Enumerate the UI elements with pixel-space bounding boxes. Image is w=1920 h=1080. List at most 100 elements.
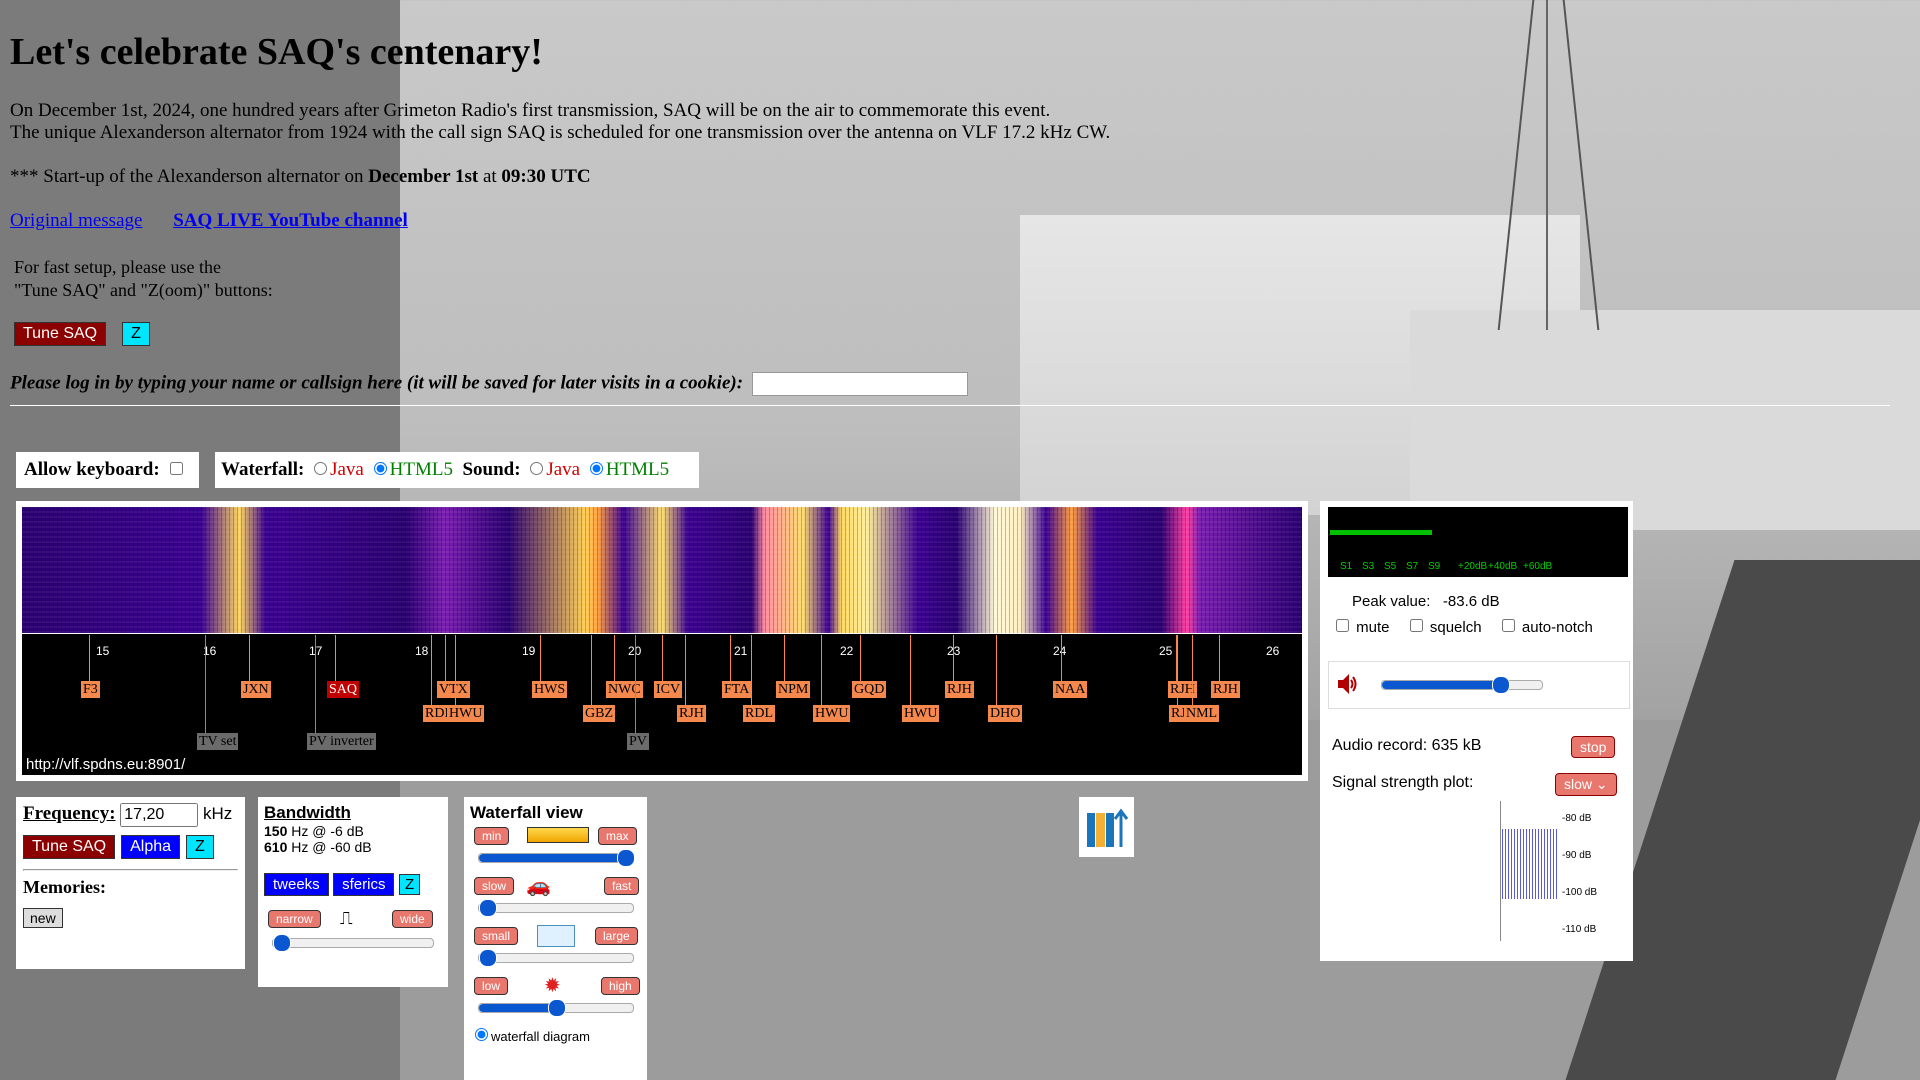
speed-slider-thumb[interactable]	[478, 899, 497, 917]
allow-keyboard-checkbox[interactable]	[170, 462, 184, 475]
min-button[interactable]: min	[474, 827, 510, 845]
original-message-link[interactable]: Original message	[10, 210, 142, 231]
waterfall-noise	[22, 507, 1302, 633]
station-label[interactable]: NWC	[606, 681, 643, 698]
small-button[interactable]: small	[474, 927, 519, 945]
station-label[interactable]: FTA	[722, 681, 752, 698]
waterfall-view-title: Waterfall view	[470, 803, 583, 822]
large-button[interactable]: large	[595, 927, 638, 945]
sound-html5-radio[interactable]	[589, 462, 603, 475]
station-marker-line	[249, 635, 250, 681]
squelch-checkbox[interactable]	[1409, 619, 1423, 632]
size-slider[interactable]	[478, 949, 634, 967]
station-label[interactable]: NML	[1184, 705, 1220, 722]
station-label[interactable]: PV	[627, 733, 649, 750]
waterfall-extend-icon[interactable]	[1079, 797, 1134, 857]
station-label[interactable]: GBZ	[583, 705, 615, 722]
narrow-button[interactable]: narrow	[268, 910, 321, 928]
speed-slider[interactable]	[478, 899, 634, 917]
frequency-buttons: Tune SAQ Alpha Z	[23, 835, 238, 859]
sferics-button[interactable]: sferics	[333, 873, 395, 896]
zoom-button-3[interactable]: Z	[398, 874, 421, 895]
squelch-option[interactable]: squelch	[1406, 619, 1482, 636]
fast-button[interactable]: fast	[604, 877, 640, 895]
brightness-slider-thumb[interactable]	[548, 999, 566, 1017]
high-button[interactable]: high	[601, 977, 640, 995]
low-button[interactable]: low	[474, 977, 509, 995]
stop-record-button[interactable]: stop	[1571, 736, 1616, 758]
mute-checkbox[interactable]	[1336, 619, 1349, 632]
waterfall-display[interactable]: http://vlf.spdns.eu:8901/ 15161718192021…	[22, 507, 1302, 775]
volume-slider-thumb[interactable]	[1492, 676, 1511, 694]
youtube-channel-link[interactable]: SAQ LIVE YouTube channel	[173, 210, 408, 231]
sound-java-label: Java	[546, 459, 581, 480]
page-title: Let's celebrate SAQ's centenary!	[10, 31, 543, 73]
station-label[interactable]: JXN	[241, 681, 271, 698]
audio-checkboxes: mute squelch auto-notch	[1332, 616, 1605, 636]
station-label[interactable]: PV inverter	[307, 733, 376, 750]
frequency-tick: 25	[1159, 644, 1173, 658]
station-label[interactable]: F3	[81, 681, 100, 698]
station-marker-line	[784, 635, 785, 681]
frequency-unit: kHz	[203, 804, 233, 823]
station-label[interactable]: HWS	[532, 681, 568, 698]
station-label[interactable]: GQD	[852, 681, 887, 698]
station-label[interactable]: VTX	[437, 681, 470, 698]
max-button[interactable]: max	[598, 827, 637, 845]
plot-points	[1502, 829, 1557, 899]
frequency-tick: 21	[734, 644, 748, 658]
waterfall-html5-radio[interactable]	[373, 462, 387, 475]
range-slider-thumb[interactable]	[617, 849, 636, 867]
s-meter-label: +40dB	[1488, 561, 1518, 572]
frequency-row: Frequency: kHz	[23, 803, 238, 827]
station-label[interactable]: SAQ	[327, 681, 360, 698]
station-label[interactable]: TV set	[197, 733, 239, 750]
station-label[interactable]: NPM	[776, 681, 811, 698]
background-tower	[1546, 0, 1548, 330]
slow-button[interactable]: slow	[474, 877, 515, 895]
station-marker-line	[445, 635, 446, 681]
brightness-slider[interactable]	[478, 999, 634, 1017]
alpha-button[interactable]: Alpha	[121, 835, 181, 859]
plot-y-tick: -100 dB	[1562, 887, 1598, 898]
mute-option[interactable]: mute	[1332, 619, 1390, 636]
bandwidth-slider[interactable]	[272, 934, 434, 952]
callsign-input[interactable]	[751, 372, 968, 396]
station-label[interactable]: HWU	[902, 705, 940, 722]
bandwidth-slider-thumb[interactable]	[273, 934, 291, 952]
autonotch-checkbox[interactable]	[1501, 619, 1515, 632]
frequency-input[interactable]	[120, 803, 199, 827]
station-label[interactable]: RDL	[743, 705, 775, 722]
station-label[interactable]: DHO	[988, 705, 1023, 722]
station-label[interactable]: HWU	[447, 705, 485, 722]
s-meter-label: S9	[1428, 561, 1441, 572]
tune-saq-button[interactable]: Tune SAQ	[14, 322, 107, 346]
tweeks-button[interactable]: tweeks	[264, 873, 329, 896]
zoom-button[interactable]: Z	[122, 322, 150, 346]
zoom-button-2[interactable]: Z	[186, 835, 214, 859]
tune-saq-button-2[interactable]: Tune SAQ	[23, 835, 116, 859]
plot-speed-select[interactable]: slow ⌄	[1555, 773, 1617, 796]
station-label[interactable]: HWU	[813, 705, 851, 722]
station-label[interactable]: RJH	[945, 681, 974, 698]
brightness-icon: ✹	[544, 975, 561, 997]
startup-mid: at	[478, 166, 502, 187]
speaker-icon[interactable]	[1337, 672, 1357, 696]
autonotch-option[interactable]: auto-notch	[1498, 619, 1593, 636]
waterfall-diagram-radio[interactable]	[475, 1028, 488, 1041]
sound-java-radio[interactable]	[530, 462, 544, 475]
filter-icon: ⎍	[340, 908, 353, 928]
station-label[interactable]: RJH	[1211, 681, 1240, 698]
smeter-panel: S1 S3 S5 S7 S9 +20dB +40dB +60dB Peak value: -8…	[1320, 501, 1633, 961]
frequency-tick: 26	[1266, 644, 1280, 658]
size-slider-thumb[interactable]	[478, 949, 497, 967]
station-label[interactable]: ICV	[654, 681, 683, 698]
station-label[interactable]: RJH	[677, 705, 706, 722]
station-marker-line	[591, 635, 592, 705]
wide-button[interactable]: wide	[392, 910, 433, 928]
waterfall-java-radio[interactable]	[314, 462, 328, 475]
station-label[interactable]: NAA	[1053, 681, 1088, 698]
volume-slider[interactable]	[1381, 676, 1543, 694]
new-memory-button[interactable]: new	[23, 908, 63, 928]
range-slider[interactable]	[478, 849, 636, 867]
